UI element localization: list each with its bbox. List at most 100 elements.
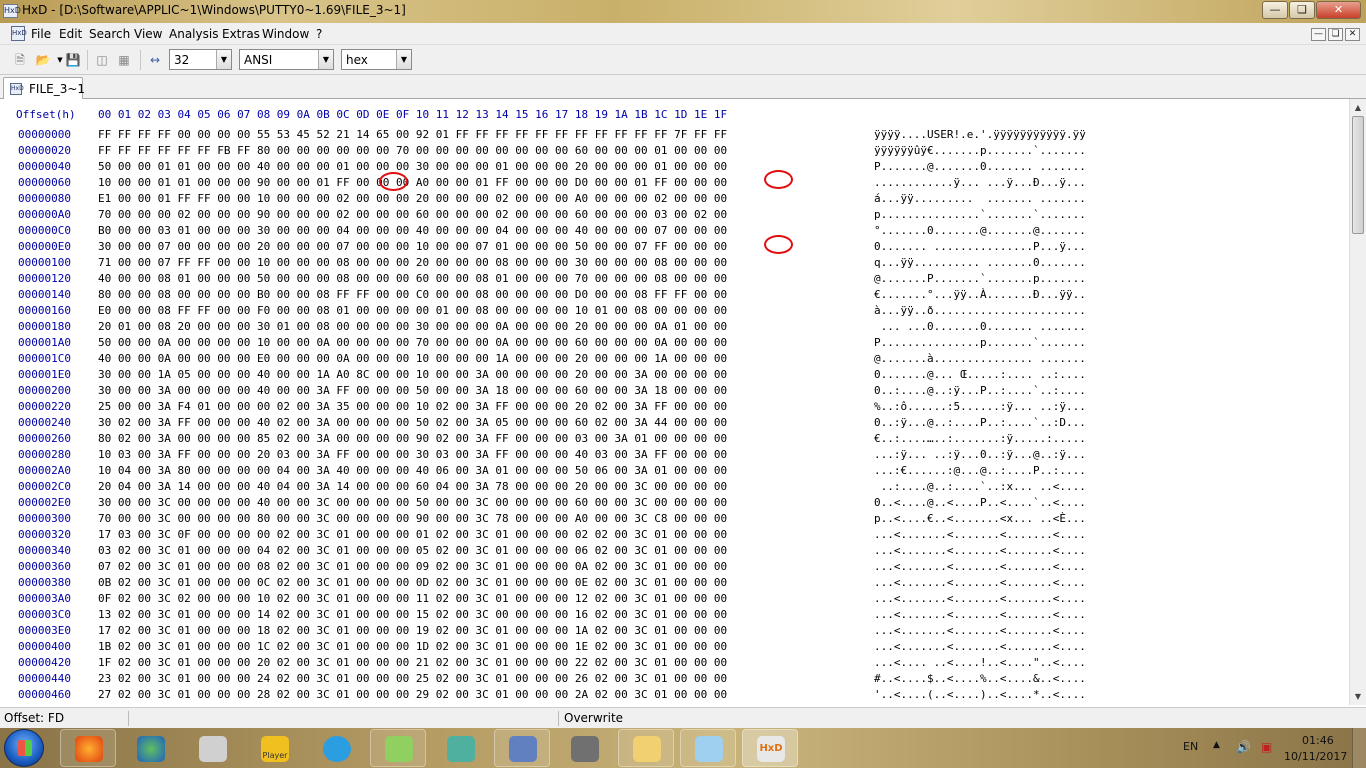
tab-file[interactable]: HxD FILE_3~1 [3,77,85,99]
menu-extras[interactable]: Extras [222,27,260,41]
row-ascii[interactable]: '..<....(..<....)..<....*..<.... [874,688,1086,701]
offset-base-select[interactable]: hex ▼ [341,49,412,70]
mdi-minimize-button[interactable]: — [1311,28,1326,41]
network-alert-icon[interactable]: ▣ [1261,740,1272,754]
row-hex-bytes[interactable]: 17 03 00 3C 0F 00 00 00 00 02 00 3C 01 0… [98,528,727,541]
row-ascii[interactable]: 0....... ...............P...ÿ... [874,240,1086,253]
start-button[interactable] [4,729,44,767]
row-hex-bytes[interactable]: 70 00 00 00 02 00 00 00 90 00 00 00 02 0… [98,208,727,221]
row-ascii[interactable]: p...............`.......`....... [874,208,1086,221]
row-ascii[interactable]: q...ÿÿ.......... .......0....... [874,256,1086,269]
chevron-down-icon[interactable]: ▼ [396,50,411,69]
close-button[interactable]: ✕ [1316,1,1361,19]
row-ascii[interactable]: ÿÿÿÿÿÿûÿ€.......p.......`....... [874,144,1086,157]
row-hex-bytes[interactable]: FF FF FF FF FF FF FB FF 80 00 00 00 00 0… [98,144,727,157]
menu-file[interactable]: File [31,27,51,41]
row-hex-bytes[interactable]: 10 00 00 01 01 00 00 00 90 00 00 01 FF 0… [98,176,727,189]
row-hex-bytes[interactable]: 30 00 00 3A 00 00 00 00 40 00 00 3A FF 0… [98,384,727,397]
menu-view[interactable]: View [134,27,162,41]
taskbar-idm[interactable] [122,729,178,767]
row-hex-bytes[interactable]: 71 00 00 07 FF FF 00 00 10 00 00 00 08 0… [98,256,727,269]
scroll-down-icon[interactable]: ▼ [1350,688,1366,705]
row-hex-bytes[interactable]: 40 00 00 0A 00 00 00 00 E0 00 00 00 0A 0… [98,352,727,365]
mdi-restore-button[interactable]: ❏ [1328,28,1343,41]
taskbar-hxd[interactable]: HxD [742,729,798,767]
row-ascii[interactable]: €.......°...ÿÿ..À.......Ð...ÿÿ.. [874,288,1086,301]
row-ascii[interactable]: %..:ô......:5......:ÿ... ..:ÿ... [874,400,1086,413]
row-hex-bytes[interactable]: 07 02 00 3C 01 00 00 00 08 02 00 3C 01 0… [98,560,727,573]
bytes-per-row-select[interactable]: 32 ▼ [169,49,232,70]
row-ascii[interactable]: ... ...0.......0....... ....... [874,320,1086,333]
volume-icon[interactable]: 🔊 [1236,740,1251,754]
row-ascii[interactable]: €..:....…..:.......:ÿ.....:..... [874,432,1086,445]
row-ascii[interactable]: ...:ÿ... ..:ÿ...0..:ÿ...@..:ÿ... [874,448,1086,461]
clock-date[interactable]: 10/11/2017 [1284,750,1347,763]
row-ascii[interactable]: °.......0.......@.......@....... [874,224,1086,237]
row-ascii[interactable]: ...<.......<.......<.......<.... [874,608,1086,621]
chevron-down-icon[interactable]: ▼ [216,50,231,69]
row-hex-bytes[interactable]: 17 02 00 3C 01 00 00 00 18 02 00 3C 01 0… [98,624,727,637]
row-hex-bytes[interactable]: 13 02 00 3C 01 00 00 00 14 02 00 3C 01 0… [98,608,727,621]
taskbar-notepad[interactable] [680,729,736,767]
row-ascii[interactable]: ...<.......<.......<.......<.... [874,624,1086,637]
row-hex-bytes[interactable]: 25 00 00 3A F4 01 00 00 00 02 00 3A 35 0… [98,400,727,413]
row-hex-bytes[interactable]: 0F 02 00 3C 02 00 00 00 10 02 00 3C 01 0… [98,592,727,605]
row-ascii[interactable]: ...:€......:@...@..:....P..:.... [874,464,1086,477]
row-ascii[interactable]: @.......P.......`.......p....... [874,272,1086,285]
open-ram-icon[interactable]: ▦ [116,52,132,68]
taskbar-network-monitor[interactable] [494,729,550,767]
taskbar-network-tool[interactable] [184,729,240,767]
show-desktop-button[interactable] [1352,728,1366,768]
tray-language[interactable]: EN [1183,740,1198,753]
row-hex-bytes[interactable]: 70 00 00 3C 00 00 00 00 80 00 00 3C 00 0… [98,512,727,525]
document-icon[interactable]: HxD [11,26,27,41]
row-hex-bytes[interactable]: E0 00 00 08 FF FF 00 00 F0 00 00 08 01 0… [98,304,727,317]
row-hex-bytes[interactable]: B0 00 00 03 01 00 00 00 30 00 00 00 04 0… [98,224,727,237]
charset-select[interactable]: ANSI ▼ [239,49,334,70]
mdi-close-button[interactable]: ✕ [1345,28,1360,41]
open-folder-icon[interactable]: 📂 [35,52,51,68]
row-ascii[interactable]: 0..<....@..<....P..<....`..<.... [874,496,1086,509]
row-ascii[interactable]: 0..:....@..:ÿ...P..:....`..:.... [874,384,1086,397]
hxd-app-icon[interactable]: HxD [3,4,21,18]
row-hex-bytes[interactable]: 80 02 00 3A 00 00 00 00 85 02 00 3A 00 0… [98,432,727,445]
menu-help[interactable]: ? [316,27,322,41]
menu-search[interactable]: Search [89,27,130,41]
row-ascii[interactable]: ...<.......<.......<.......<.... [874,576,1086,589]
row-hex-bytes[interactable]: 30 00 00 1A 05 00 00 00 40 00 00 1A A0 8… [98,368,727,381]
row-ascii[interactable]: ÿÿÿÿ....USER!.e.'.ÿÿÿÿÿÿÿÿÿÿÿ.ÿÿ [874,128,1086,141]
scroll-up-icon[interactable]: ▲ [1350,99,1366,116]
row-hex-bytes[interactable]: 50 00 00 0A 00 00 00 00 10 00 00 0A 00 0… [98,336,727,349]
row-ascii[interactable]: á...ÿÿ......... ....... ....... [874,192,1086,205]
maximize-button[interactable]: ❏ [1289,1,1315,19]
row-ascii[interactable]: #..<....$..<....%..<....&..<.... [874,672,1086,685]
menu-window[interactable]: Window [262,27,309,41]
row-ascii[interactable]: ...<.......<.......<.......<.... [874,640,1086,653]
row-hex-bytes[interactable]: 30 00 00 3C 00 00 00 00 40 00 00 3C 00 0… [98,496,727,509]
row-hex-bytes[interactable]: FF FF FF FF 00 00 00 00 55 53 45 52 21 1… [98,128,727,141]
row-hex-bytes[interactable]: 30 00 00 07 00 00 00 00 20 00 00 00 07 0… [98,240,727,253]
tray-show-hidden-icon[interactable]: ▲ [1213,740,1220,750]
row-hex-bytes[interactable]: 20 01 00 08 20 00 00 00 30 01 00 08 00 0… [98,320,727,333]
row-hex-bytes[interactable]: 10 04 00 3A 80 00 00 00 00 04 00 3A 40 0… [98,464,727,477]
row-ascii[interactable]: à...ÿÿ..ð....................... [874,304,1086,317]
row-ascii[interactable]: p..<....€..<.......<x... ..<È... [874,512,1086,525]
row-ascii[interactable]: ...<.......<.......<.......<.... [874,592,1086,605]
row-ascii[interactable]: ...<.......<.......<.......<.... [874,528,1086,541]
row-hex-bytes[interactable]: 20 04 00 3A 14 00 00 00 40 04 00 3A 14 0… [98,480,727,493]
row-hex-bytes[interactable]: 10 03 00 3A FF 00 00 00 20 03 00 3A FF 0… [98,448,727,461]
taskbar-disk-tool[interactable] [556,729,612,767]
row-ascii[interactable]: ...<.......<.......<.......<.... [874,544,1086,557]
row-hex-bytes[interactable]: 30 02 00 3A FF 00 00 00 40 02 00 3A 00 0… [98,416,727,429]
vertical-scrollbar[interactable]: ▲ ▼ [1349,99,1366,705]
row-ascii[interactable]: ...<.......<.......<.......<.... [874,560,1086,573]
row-hex-bytes[interactable]: 1B 02 00 3C 01 00 00 00 1C 02 00 3C 01 0… [98,640,727,653]
row-hex-bytes[interactable]: 40 00 00 08 01 00 00 00 50 00 00 00 08 0… [98,272,727,285]
row-ascii[interactable]: P.......@.......0....... ....... [874,160,1086,173]
row-hex-bytes[interactable]: 23 02 00 3C 01 00 00 00 24 02 00 3C 01 0… [98,672,727,685]
row-hex-bytes[interactable]: 1F 02 00 3C 01 00 00 00 20 02 00 3C 01 0… [98,656,727,669]
taskbar-file-explorer[interactable] [618,729,674,767]
new-file-icon[interactable]: 🗎 [12,52,28,68]
clock-time[interactable]: 01:46 [1302,734,1334,747]
menu-analysis[interactable]: Analysis [169,27,218,41]
